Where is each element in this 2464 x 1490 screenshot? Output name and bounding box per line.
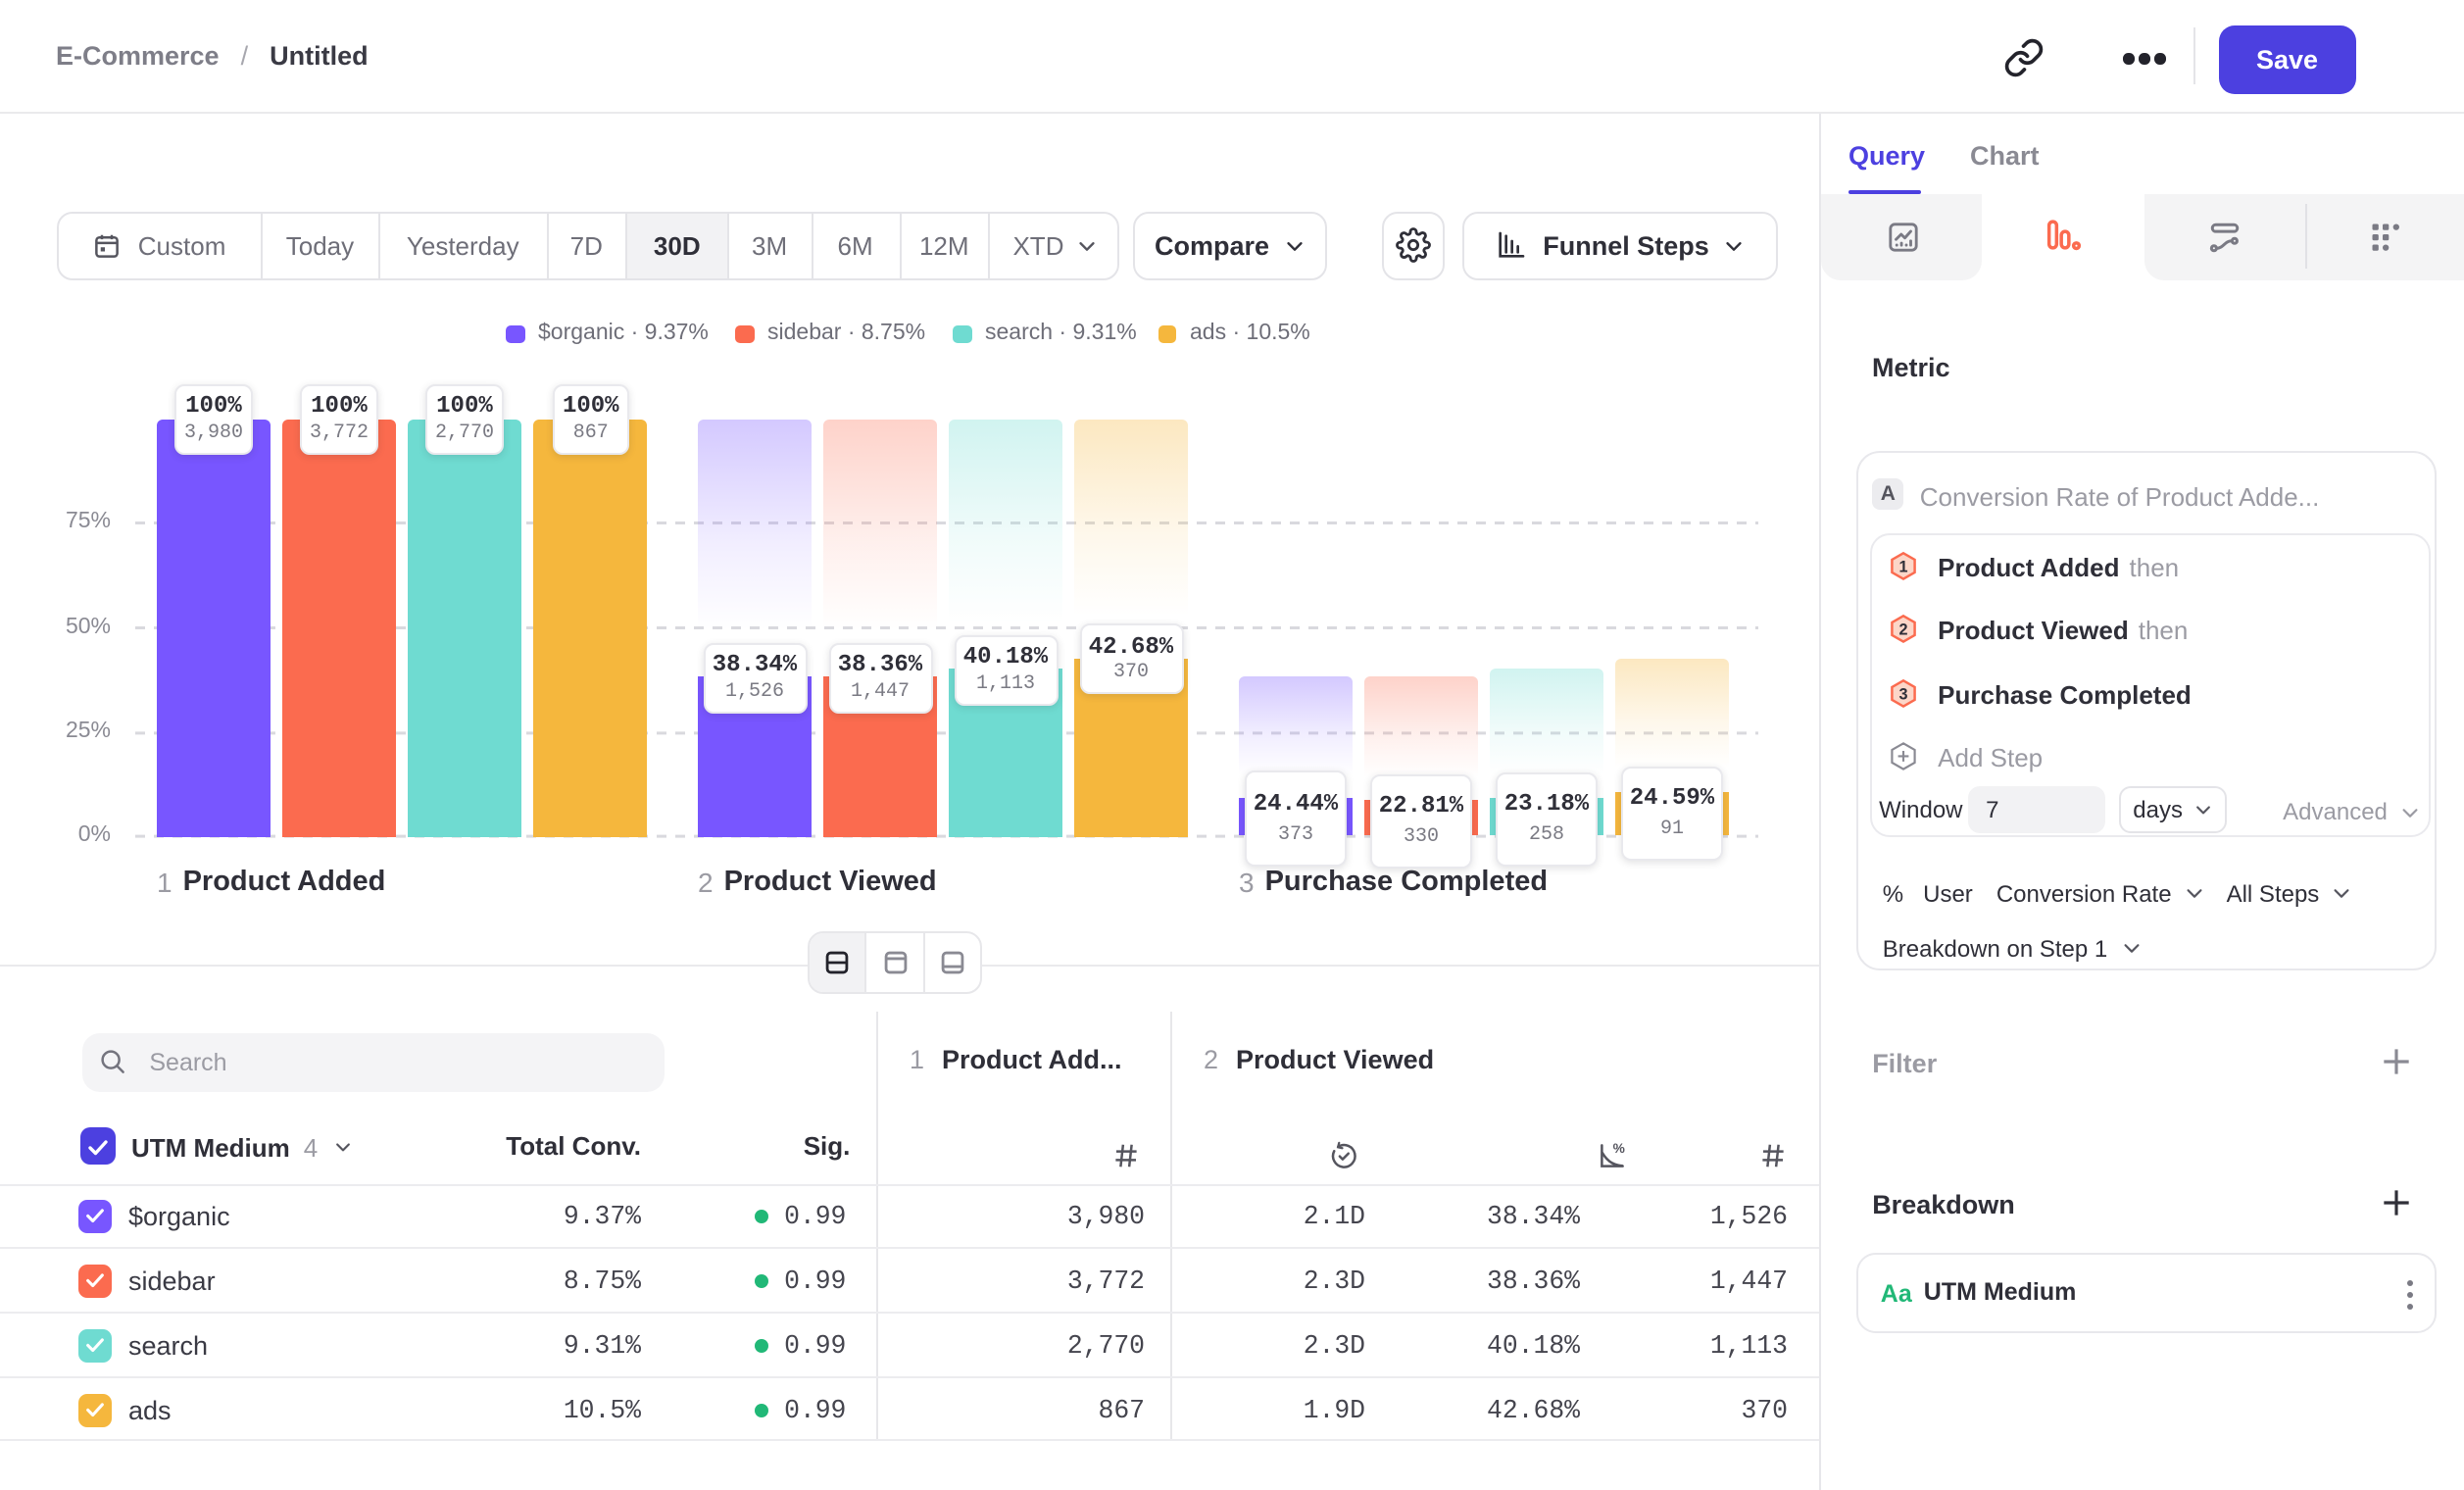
svg-text:%: % xyxy=(1612,1141,1624,1156)
svg-text:1: 1 xyxy=(1898,558,1907,575)
svg-text:2: 2 xyxy=(1898,621,1907,639)
svg-text:3: 3 xyxy=(1898,685,1907,703)
